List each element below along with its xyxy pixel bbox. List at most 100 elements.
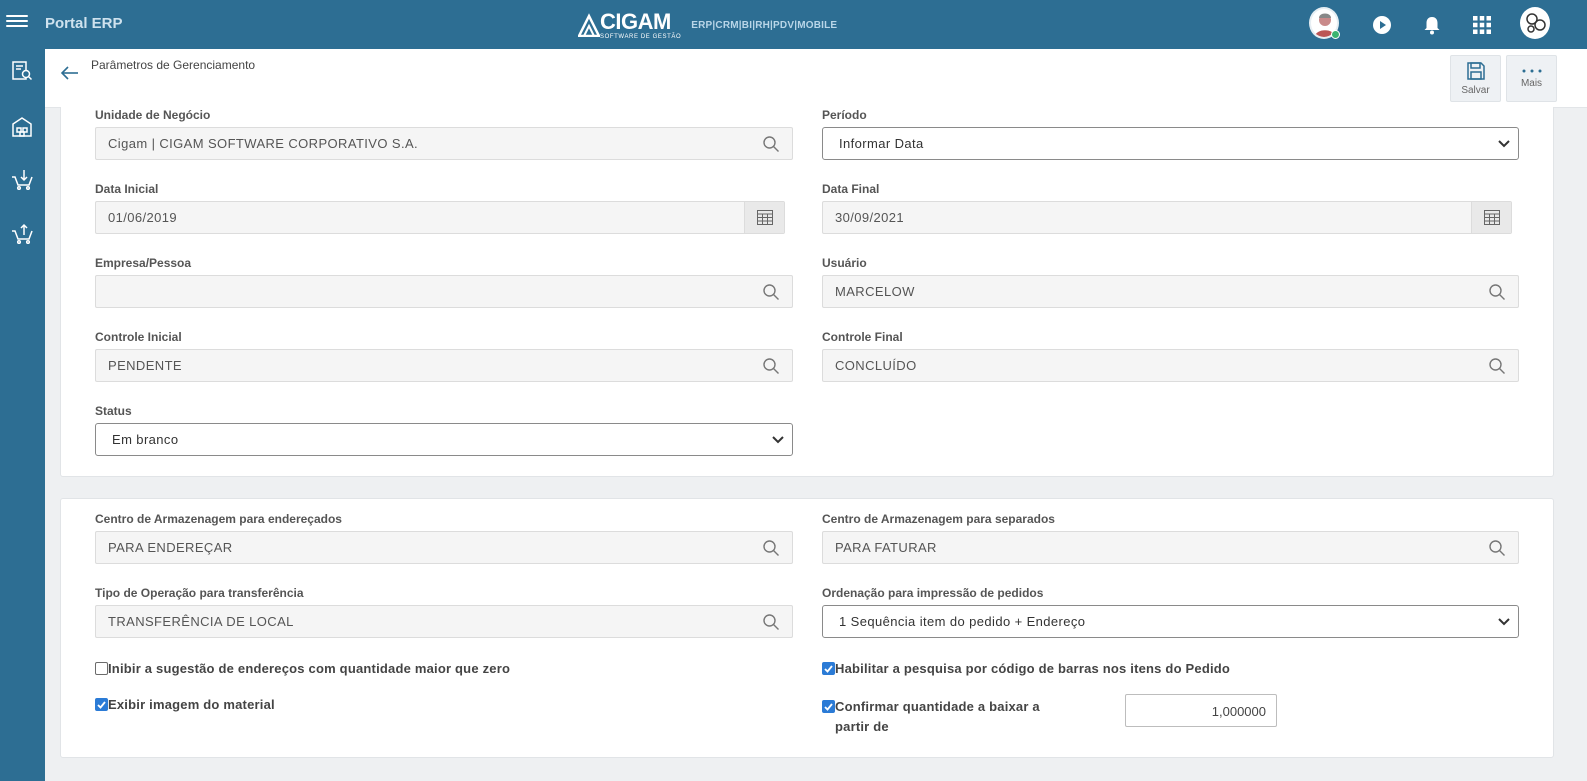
- end-date-label: Data Final: [822, 182, 880, 196]
- barcode-search-option[interactable]: Habilitar a pesquisa por código de barra…: [822, 661, 1230, 676]
- confirm-quantity-checkbox[interactable]: [822, 700, 835, 713]
- user-input[interactable]: MARCELOW: [822, 275, 1519, 308]
- page-title: Parâmetros de Gerenciamento: [91, 58, 256, 72]
- control-start-input[interactable]: PENDENTE: [95, 349, 793, 382]
- confirm-quantity-input[interactable]: 1,000000: [1125, 694, 1277, 727]
- control-end-label: Controle Final: [822, 330, 903, 344]
- search-icon[interactable]: [762, 539, 780, 557]
- inhibit-suggestion-label: Inibir a sugestão de endereços com quant…: [108, 661, 511, 676]
- search-icon[interactable]: [762, 357, 780, 375]
- control-start-field: Controle Inicial PENDENTE: [95, 330, 793, 383]
- inhibit-suggestion-checkbox[interactable]: [95, 662, 108, 675]
- company-field: Empresa/Pessoa: [95, 256, 793, 309]
- inhibit-suggestion-option[interactable]: Inibir a sugestão de endereços com quant…: [95, 661, 510, 676]
- more-label: Mais: [1520, 78, 1543, 89]
- storage-addressed-label: Centro de Armazenagem para endereçados: [95, 512, 342, 526]
- chevron-down-icon: [772, 435, 784, 443]
- back-arrow-icon[interactable]: [59, 62, 81, 84]
- print-order-field: Ordenação para impressão de pedidos 1 Se…: [822, 586, 1519, 639]
- business-unit-field: Unidade de Negócio Cigam | CIGAM SOFTWAR…: [95, 108, 793, 161]
- transfer-operation-label: Tipo de Operação para transferência: [95, 586, 304, 600]
- play-icon[interactable]: [1367, 10, 1397, 40]
- status-label: Status: [95, 404, 132, 418]
- check-icon: [824, 702, 833, 711]
- save-label: Salvar: [1461, 85, 1490, 96]
- show-image-checkbox[interactable]: [95, 698, 108, 711]
- calendar-icon: [1483, 210, 1500, 225]
- business-unit-label: Unidade de Negócio: [95, 108, 211, 122]
- end-date-input[interactable]: 30/09/2021: [822, 201, 1512, 234]
- chevron-down-icon: [1498, 617, 1510, 625]
- online-status-dot: [1331, 30, 1340, 39]
- save-button[interactable]: Salvar: [1450, 55, 1501, 102]
- control-start-label: Controle Inicial: [95, 330, 182, 344]
- settings-card: Centro de Armazenagem para endereçados P…: [60, 498, 1554, 758]
- company-avatar-icon[interactable]: [1520, 7, 1550, 39]
- show-image-label: Exibir imagem do material: [108, 697, 275, 712]
- search-icon[interactable]: [1488, 539, 1506, 557]
- user-field: Usuário MARCELOW: [822, 256, 1519, 309]
- warehouse-icon[interactable]: [6, 111, 38, 143]
- search-icon[interactable]: [1488, 283, 1506, 301]
- document-search-icon[interactable]: [6, 55, 38, 87]
- status-select[interactable]: Em branco: [95, 423, 793, 456]
- end-date-field: Data Final 30/09/2021: [822, 182, 1512, 235]
- storage-separated-input[interactable]: PARA FATURAR: [822, 531, 1519, 564]
- search-icon[interactable]: [762, 283, 780, 301]
- search-icon[interactable]: [762, 613, 780, 631]
- storage-addressed-field: Centro de Armazenagem para endereçados P…: [95, 512, 793, 565]
- control-end-field: Controle Final CONCLUÍDO: [822, 330, 1519, 383]
- filters-card: Unidade de Negócio Cigam | CIGAM SOFTWAR…: [60, 107, 1554, 477]
- cart-download-icon[interactable]: [6, 163, 38, 195]
- user-avatar-icon[interactable]: [1309, 7, 1340, 39]
- period-field: Período Informar Data: [822, 108, 1519, 161]
- storage-addressed-input[interactable]: PARA ENDEREÇAR: [95, 531, 793, 564]
- print-order-label: Ordenação para impressão de pedidos: [822, 586, 1044, 600]
- hamburger-menu-icon[interactable]: [6, 12, 28, 34]
- more-button[interactable]: Mais: [1506, 55, 1557, 102]
- check-icon: [97, 700, 106, 709]
- more-dots-icon: [1522, 69, 1541, 73]
- user-label: Usuário: [822, 256, 867, 270]
- barcode-search-checkbox[interactable]: [822, 662, 835, 675]
- storage-separated-label: Centro de Armazenagem para separados: [822, 512, 1055, 526]
- barcode-search-label: Habilitar a pesquisa por código de barra…: [835, 661, 1231, 676]
- search-icon[interactable]: [762, 135, 780, 153]
- side-navigation: [0, 49, 45, 781]
- search-icon[interactable]: [1488, 357, 1506, 375]
- business-unit-input[interactable]: Cigam | CIGAM SOFTWARE CORPORATIVO S.A.: [95, 127, 793, 160]
- floppy-disk-icon: [1466, 62, 1485, 80]
- company-input[interactable]: [95, 275, 793, 308]
- calendar-button[interactable]: [1471, 202, 1511, 233]
- app-title[interactable]: Portal ERP: [45, 15, 123, 32]
- start-date-field: Data Inicial 01/06/2019: [95, 182, 785, 235]
- page-header: Parâmetros de Gerenciamento Salvar Mais: [45, 49, 1587, 108]
- period-select[interactable]: Informar Data: [822, 127, 1519, 160]
- show-image-option[interactable]: Exibir imagem do material: [95, 697, 275, 712]
- cart-upload-icon[interactable]: [6, 217, 38, 249]
- module-links[interactable]: ERP|CRM|BI|RH|PDV|MOBILE: [691, 20, 837, 31]
- cigam-mark-icon: [578, 13, 600, 37]
- period-label: Período: [822, 108, 867, 122]
- chevron-down-icon: [1498, 139, 1510, 147]
- company-label: Empresa/Pessoa: [95, 256, 192, 270]
- brand-name: CIGAM: [600, 8, 671, 34]
- bell-icon[interactable]: [1417, 10, 1447, 40]
- control-end-input[interactable]: CONCLUÍDO: [822, 349, 1519, 382]
- transfer-operation-input[interactable]: TRANSFERÊNCIA DE LOCAL: [95, 605, 793, 638]
- storage-separated-field: Centro de Armazenagem para separados PAR…: [822, 512, 1519, 565]
- calendar-icon: [756, 210, 773, 225]
- confirm-quantity-label: Confirmar quantidade a baixar a partir d…: [835, 699, 1040, 734]
- confirm-quantity-option[interactable]: Confirmar quantidade a baixar a partir d…: [822, 697, 1067, 737]
- start-date-label: Data Inicial: [95, 182, 159, 196]
- print-order-select[interactable]: 1 Sequência item do pedido + Endereço: [822, 605, 1519, 638]
- top-bar: Portal ERP CIGAM SOFTWARE DE GESTÃO ERP|…: [0, 0, 1587, 49]
- start-date-input[interactable]: 01/06/2019: [95, 201, 785, 234]
- brand-logo: CIGAM SOFTWARE DE GESTÃO ERP|CRM|BI|RH|P…: [578, 8, 837, 40]
- brand-tagline: SOFTWARE DE GESTÃO: [600, 33, 682, 40]
- calendar-button[interactable]: [744, 202, 784, 233]
- apps-grid-icon[interactable]: [1467, 10, 1497, 40]
- check-icon: [824, 664, 833, 673]
- transfer-operation-field: Tipo de Operação para transferência TRAN…: [95, 586, 793, 639]
- status-field: Status Em branco: [95, 404, 793, 457]
